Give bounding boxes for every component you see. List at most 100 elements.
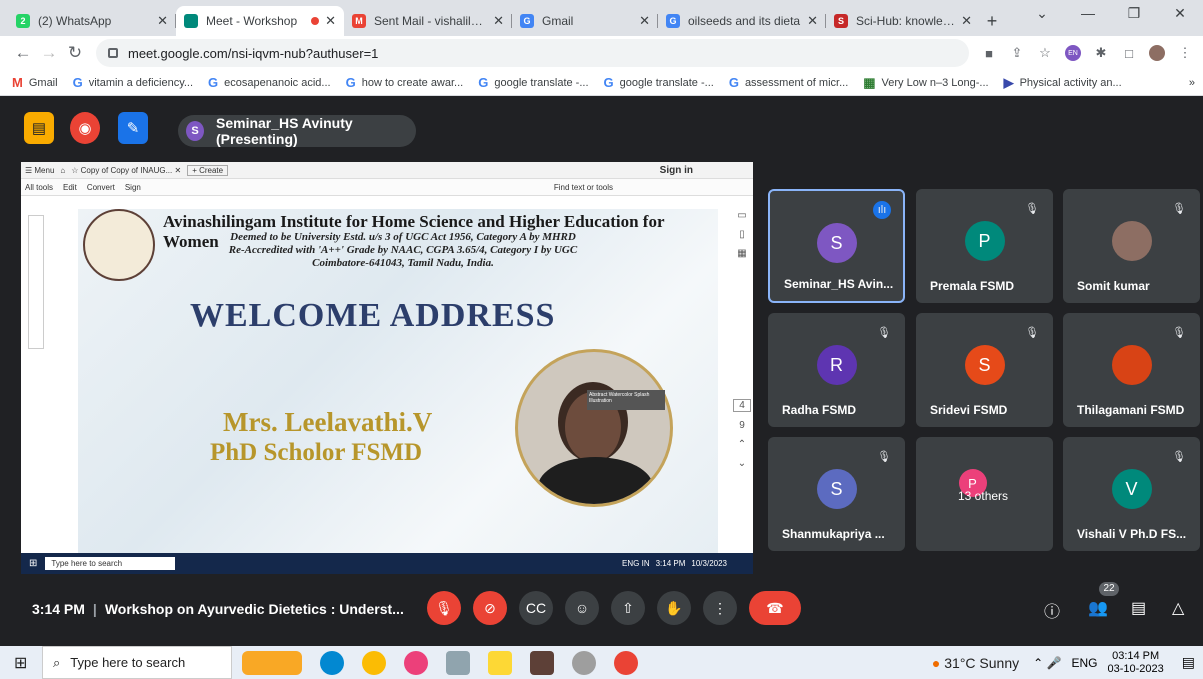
extension-icon[interactable]: EN [1065, 45, 1081, 61]
tab-search-icon[interactable]: ⌄ [1019, 0, 1065, 30]
edge-icon[interactable] [320, 650, 344, 675]
restore-button[interactable]: ❐ [1111, 0, 1157, 30]
bookmark-item[interactable]: Gvitamin a deficiency... [73, 75, 193, 90]
camera-icon[interactable]: ■ [981, 45, 997, 61]
bookmark-item[interactable]: Ggoogle translate -... [478, 75, 588, 90]
tab-gmail[interactable]: G Gmail ✕ [512, 6, 658, 36]
bookmark-item[interactable]: Ghow to create awar... [346, 75, 464, 90]
close-icon[interactable]: ✕ [961, 13, 972, 29]
file-explorer-icon[interactable] [488, 650, 512, 675]
more-options-button[interactable]: ⋮ [703, 591, 737, 625]
mic-off-icon: 🎙 [1172, 326, 1186, 339]
sidepanel-icon[interactable]: □ [1121, 45, 1137, 61]
tab-meet[interactable]: Meet - Workshop ✕ [176, 6, 344, 36]
participant-tile[interactable]: ılı S Seminar_HS Avin... [768, 189, 905, 303]
others-tile[interactable]: P 13 others [916, 437, 1053, 551]
home-icon: ⌂ [60, 165, 66, 175]
bookmark-gmail[interactable]: M Gmail [12, 75, 58, 90]
forward-icon[interactable]: → [36, 43, 62, 63]
present-button[interactable]: ⇧ [611, 591, 645, 625]
mic-toggle-button[interactable]: 🎙 [427, 591, 461, 625]
close-icon[interactable]: ✕ [325, 13, 336, 29]
raise-hand-button[interactable]: ✋ [657, 591, 691, 625]
chrome-profile-icon[interactable] [614, 650, 638, 675]
more-bookmarks-icon[interactable]: » [1189, 77, 1195, 89]
mic-off-icon: 🎙 [1172, 202, 1186, 215]
speaker-name: Mrs. Leelavathi.V [223, 407, 433, 437]
emoji-button[interactable]: ☺ [565, 591, 599, 625]
participant-tile[interactable]: 🎙 R Radha FSMD [768, 313, 905, 427]
app-icon[interactable] [446, 650, 470, 675]
close-icon[interactable]: ✕ [157, 13, 168, 29]
chrome-icon[interactable] [362, 650, 386, 675]
accreditation-line2: Re-Accredited with 'A++' Grade by NAAC, … [228, 244, 578, 256]
leave-call-button[interactable]: ☎ [749, 591, 801, 625]
info-icon[interactable]: ⓘ [1044, 598, 1060, 622]
google-icon: G [345, 75, 356, 90]
tab-scihub[interactable]: S Sci-Hub: knowledge ✕ [826, 6, 980, 36]
chat-icon[interactable]: ▤ [1131, 598, 1146, 618]
speaker-photo [515, 349, 673, 507]
activities-icon[interactable]: ▤ [24, 112, 54, 144]
bookmark-item[interactable]: ▦ Very Low n–3 Long-... [863, 75, 988, 91]
puzzle-icon[interactable]: ✱ [1093, 45, 1109, 61]
menu-item: Edit [63, 182, 77, 192]
app-icon[interactable] [404, 650, 428, 675]
new-tab-button[interactable]: + [980, 6, 1004, 36]
taskbar-search[interactable]: ⌕ Type here to search [42, 646, 232, 679]
presenting-chip[interactable]: S Seminar_HS Avinuty (Presenting) [178, 115, 416, 147]
menu-icon[interactable]: ⋮ [1177, 45, 1193, 61]
tray-icons[interactable]: ⌃ 🎤 [1033, 656, 1061, 670]
participant-tile[interactable]: 🎙 S Shanmukapriya ... [768, 437, 905, 551]
people-icon[interactable]: 👥 [1088, 598, 1108, 618]
url-field[interactable]: meet.google.com/nsi-iqvm-nub?authuser=1 [96, 39, 969, 67]
google-icon: G [520, 14, 534, 28]
windows-taskbar: ⊞ ⌕ Type here to search ● 31°C Sunny ⌃ 🎤 … [0, 646, 1203, 679]
bookmark-item[interactable]: Gecosapenanoic acid... [208, 75, 331, 90]
close-icon[interactable]: ✕ [493, 13, 504, 29]
minimize-button[interactable]: — [1065, 0, 1111, 30]
app-icon[interactable] [530, 650, 554, 675]
tab-oilseeds[interactable]: Goilseeds and its dieta ✕ [658, 6, 826, 36]
participant-tile[interactable]: 🎙 V Vishali V Ph.D FS... [1063, 437, 1200, 551]
bookmark-label: how to create awar... [361, 76, 464, 89]
find-label: Find text or tools [553, 182, 613, 192]
windows-start-icon[interactable]: ⊞ [14, 653, 27, 673]
participant-avatar: S [964, 345, 1005, 385]
participant-tile[interactable]: 🎙 S Sridevi FSMD [916, 313, 1053, 427]
language-indicator[interactable]: ENG [1071, 656, 1097, 670]
participant-tile[interactable]: 🎙 P Premala FSMD [916, 189, 1053, 303]
participant-tile[interactable]: 🎙 Thilagamani FSMD [1063, 313, 1200, 427]
camera-toggle-button[interactable]: ⊘ [473, 591, 507, 625]
tab-whatsapp[interactable]: 2 (2) WhatsApp ✕ [8, 6, 176, 36]
close-icon[interactable]: ✕ [639, 13, 650, 29]
star-icon[interactable]: ☆ [1037, 45, 1053, 61]
tab-title: (2) WhatsApp [38, 14, 112, 28]
close-icon[interactable]: ✕ [807, 13, 818, 29]
back-icon[interactable]: ← [10, 43, 36, 63]
reload-icon[interactable]: ↻ [62, 43, 88, 63]
taskbar-clock[interactable]: 03:14 PM 03-10-2023 [1107, 650, 1163, 676]
participant-avatar: P [964, 221, 1005, 261]
comment-icon: ▭ [737, 210, 747, 221]
close-window-button[interactable]: ✕ [1157, 0, 1203, 30]
menu-icon: ☰ Menu [25, 165, 55, 175]
bookmark-item[interactable]: ▶ Physical activity an... [1004, 75, 1122, 91]
participant-tile[interactable]: 🎙 Somit kumar [1063, 189, 1200, 303]
stop-recording-icon[interactable]: ◉ [70, 112, 100, 144]
whiteboard-icon[interactable]: ✎ [118, 112, 148, 144]
captions-button[interactable]: CC [519, 591, 553, 625]
tab-sent-mail[interactable]: M Sent Mail - vishalilekh ✕ [344, 6, 512, 36]
settings-icon[interactable] [572, 650, 596, 675]
accreditation-line1: Deemed to be University Estd. u/s 3 of U… [230, 231, 576, 243]
profile-avatar[interactable] [1149, 45, 1165, 61]
weather[interactable]: ● 31°C Sunny [932, 655, 1019, 671]
activities-icon[interactable]: △ [1172, 598, 1184, 618]
notification-icon[interactable]: ▤ [1182, 654, 1195, 671]
bookmark-item[interactable]: Gassessment of micr... [729, 75, 848, 90]
bookmark-label: Gmail [28, 76, 58, 89]
share-icon[interactable]: ⇪ [1009, 45, 1025, 61]
page-icon: ▯ [739, 229, 745, 240]
bookmark-item[interactable]: Ggoogle translate -... [604, 75, 714, 90]
participant-name: Radha FSMD [782, 403, 857, 417]
